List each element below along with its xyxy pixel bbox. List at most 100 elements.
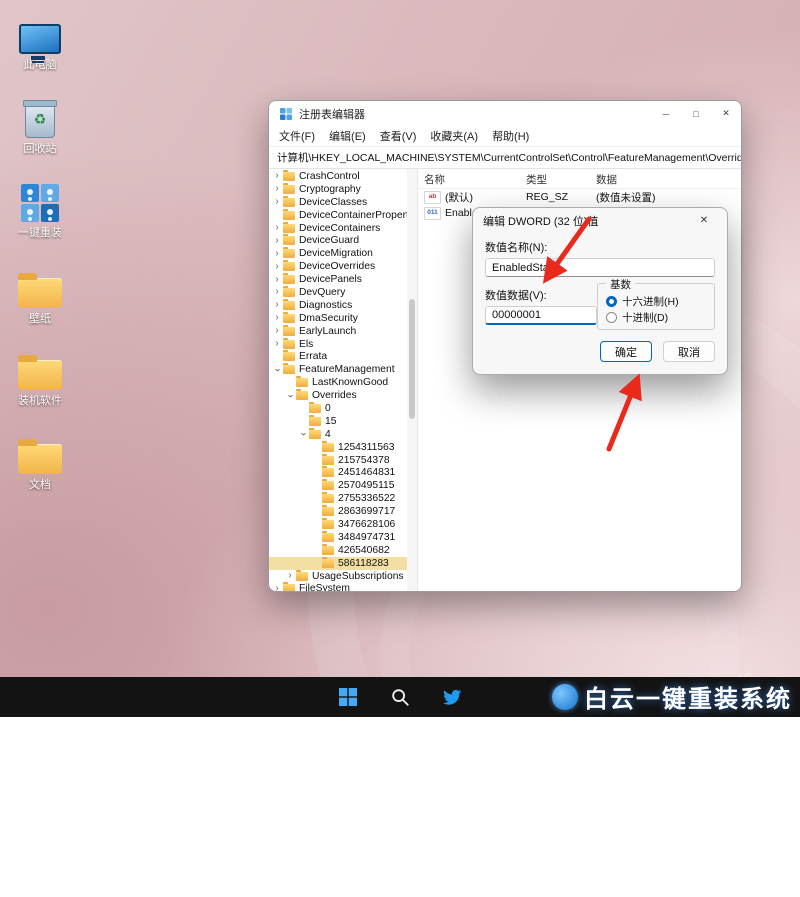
tree-item-DeviceGuard[interactable]: › DeviceGuard	[269, 234, 407, 247]
radio-checked-icon	[606, 296, 617, 307]
tree-item-426540682[interactable]: 426540682	[269, 544, 407, 557]
value-row-default[interactable]: ab (默认) REG_SZ (数值未设置)	[418, 189, 741, 205]
tree-item-Cryptography[interactable]: ›Cryptography	[269, 183, 407, 196]
tree-item-3476628106[interactable]: 3476628106	[269, 518, 407, 531]
desktop-icon-folder-docs[interactable]: 文档	[4, 432, 76, 492]
desktop-icon-reinstall-app[interactable]: 一键重装	[4, 180, 76, 240]
chevron-right-icon[interactable]: ›	[272, 171, 282, 181]
radio-decimal[interactable]: 十进制(D)	[606, 309, 706, 325]
tree-item-label: 3484974731	[338, 532, 395, 543]
address-bar[interactable]: 计算机\HKEY_LOCAL_MACHINE\SYSTEM\CurrentCon…	[269, 146, 741, 169]
tree-item-Errata[interactable]: Errata	[269, 350, 407, 363]
close-button[interactable]: ✕	[711, 101, 741, 126]
tree-item-215754378[interactable]: 215754378	[269, 454, 407, 467]
menu-item[interactable]: 文件(F)	[279, 128, 315, 144]
desktop-icon-recycle-bin[interactable]: 回收站	[4, 96, 76, 156]
chevron-right-icon[interactable]: ›	[272, 300, 282, 310]
tree-item-2570495115[interactable]: 2570495115	[269, 479, 407, 492]
column-type[interactable]: 类型	[526, 172, 596, 187]
dword-value-icon: 011	[424, 207, 441, 220]
scrollbar-thumb[interactable]	[409, 299, 415, 419]
tree-item-DeviceContainerPropertyUpda[interactable]: DeviceContainerPropertyUpda	[269, 209, 407, 222]
folder-icon	[322, 533, 334, 542]
tree-item-2451464831[interactable]: 2451464831	[269, 466, 407, 479]
chevron-right-icon[interactable]: ›	[272, 262, 282, 272]
tree-item-label: DeviceGuard	[299, 235, 359, 246]
tree-item-DeviceClasses[interactable]: ›DeviceClasses	[269, 196, 407, 209]
chevron-right-icon[interactable]: ›	[285, 571, 295, 581]
desktop-icon-folder-wallpaper[interactable]: 壁纸	[4, 266, 76, 326]
tree-item-DmaSecurity[interactable]: ›DmaSecurity	[269, 312, 407, 325]
tree-item-DeviceContainers[interactable]: ›DeviceContainers	[269, 222, 407, 235]
column-data[interactable]: 数据	[596, 172, 741, 187]
radio-label: 十六进制(H)	[622, 294, 679, 309]
tree-item-2863699717[interactable]: 2863699717	[269, 505, 407, 518]
chevron-right-icon[interactable]: ›	[272, 313, 282, 323]
search-button[interactable]	[383, 680, 417, 714]
tree-item-DeviceMigration[interactable]: ›DeviceMigration	[269, 247, 407, 260]
tree-item-CrashControl[interactable]: ›CrashControl	[269, 170, 407, 183]
tree-item-2755336522[interactable]: 2755336522	[269, 492, 407, 505]
maximize-button[interactable]: □	[681, 101, 711, 126]
chevron-right-icon[interactable]: ›	[272, 287, 282, 297]
menu-item[interactable]: 编辑(E)	[329, 128, 366, 144]
tree-item-LastKnownGood[interactable]: LastKnownGood	[269, 376, 407, 389]
brand-logo-icon	[552, 684, 578, 710]
twitter-button[interactable]	[435, 680, 469, 714]
chevron-down-icon[interactable]: ›	[272, 365, 282, 375]
folder-icon	[18, 360, 62, 390]
tree-item-1254311563[interactable]: 1254311563	[269, 441, 407, 454]
tree-item-DevQuery[interactable]: ›DevQuery	[269, 286, 407, 299]
chevron-down-icon[interactable]: ›	[298, 429, 308, 439]
tree-item-0[interactable]: 0	[269, 402, 407, 415]
tree-item-label: 586118283	[338, 558, 389, 569]
chevron-right-icon[interactable]: ›	[272, 249, 282, 259]
windows-start-icon	[338, 687, 358, 707]
tree-item-Diagnostics[interactable]: ›Diagnostics	[269, 299, 407, 312]
tree-item-3484974731[interactable]: 3484974731	[269, 531, 407, 544]
start-button[interactable]	[331, 680, 365, 714]
menu-item[interactable]: 查看(V)	[380, 128, 417, 144]
radio-hexadecimal[interactable]: 十六进制(H)	[606, 293, 706, 309]
chevron-right-icon[interactable]: ›	[272, 197, 282, 207]
value-data-input[interactable]	[485, 306, 597, 325]
tree-item-FeatureManagement[interactable]: ›FeatureManagement	[269, 363, 407, 376]
ok-button[interactable]: 确定	[600, 341, 652, 362]
tree-item-label: Overrides	[312, 390, 357, 401]
tree-item-FileSystem[interactable]: ›FileSystem	[269, 583, 407, 592]
chevron-right-icon[interactable]: ›	[272, 275, 282, 285]
tree-item-label: 426540682	[338, 545, 390, 556]
dialog-close-icon[interactable]: ✕	[691, 215, 717, 226]
tree-item-4[interactable]: ›4	[269, 428, 407, 441]
radio-label: 十进制(D)	[622, 310, 668, 325]
minimize-button[interactable]: ─	[651, 101, 681, 126]
folder-icon	[309, 430, 321, 439]
chevron-right-icon[interactable]: ›	[272, 184, 282, 194]
tree-item-UsageSubscriptions[interactable]: ›UsageSubscriptions	[269, 570, 407, 583]
tree-scrollbar[interactable]	[407, 169, 417, 591]
tree-item-Overrides[interactable]: › Overrides	[269, 389, 407, 402]
chevron-right-icon[interactable]: ›	[272, 223, 282, 233]
chevron-right-icon[interactable]: ›	[272, 326, 282, 336]
tree-item-15[interactable]: 15	[269, 415, 407, 428]
folder-icon	[296, 391, 308, 400]
desktop-icon-folder-software[interactable]: 装机软件	[4, 348, 76, 408]
menu-item[interactable]: 收藏夹(A)	[430, 128, 478, 144]
tree-item-DevicePanels[interactable]: ›DevicePanels	[269, 273, 407, 286]
desktop-icon-this-pc[interactable]: 此电脑	[4, 12, 76, 72]
cancel-button[interactable]: 取消	[663, 341, 715, 362]
reinstall-app-icon	[21, 184, 59, 222]
chevron-right-icon[interactable]: ›	[272, 339, 282, 349]
menu-item[interactable]: 帮助(H)	[492, 128, 529, 144]
tree-item-586118283[interactable]: 586118283	[269, 557, 407, 570]
chevron-right-icon[interactable]: ›	[272, 236, 282, 246]
tree-item-EarlyLaunch[interactable]: ›EarlyLaunch	[269, 325, 407, 338]
dialog-titlebar[interactable]: 编辑 DWORD (32 位)值 ✕	[473, 208, 727, 233]
regedit-titlebar[interactable]: 注册表编辑器 ─ □ ✕	[269, 101, 741, 126]
tree-item-Els[interactable]: ›Els	[269, 338, 407, 351]
tree-item-DeviceOverrides[interactable]: ›DeviceOverrides	[269, 260, 407, 273]
chevron-right-icon[interactable]: ›	[272, 584, 282, 591]
value-name-field[interactable]	[485, 258, 715, 277]
column-name[interactable]: 名称	[424, 172, 526, 187]
chevron-down-icon[interactable]: ›	[285, 391, 295, 401]
